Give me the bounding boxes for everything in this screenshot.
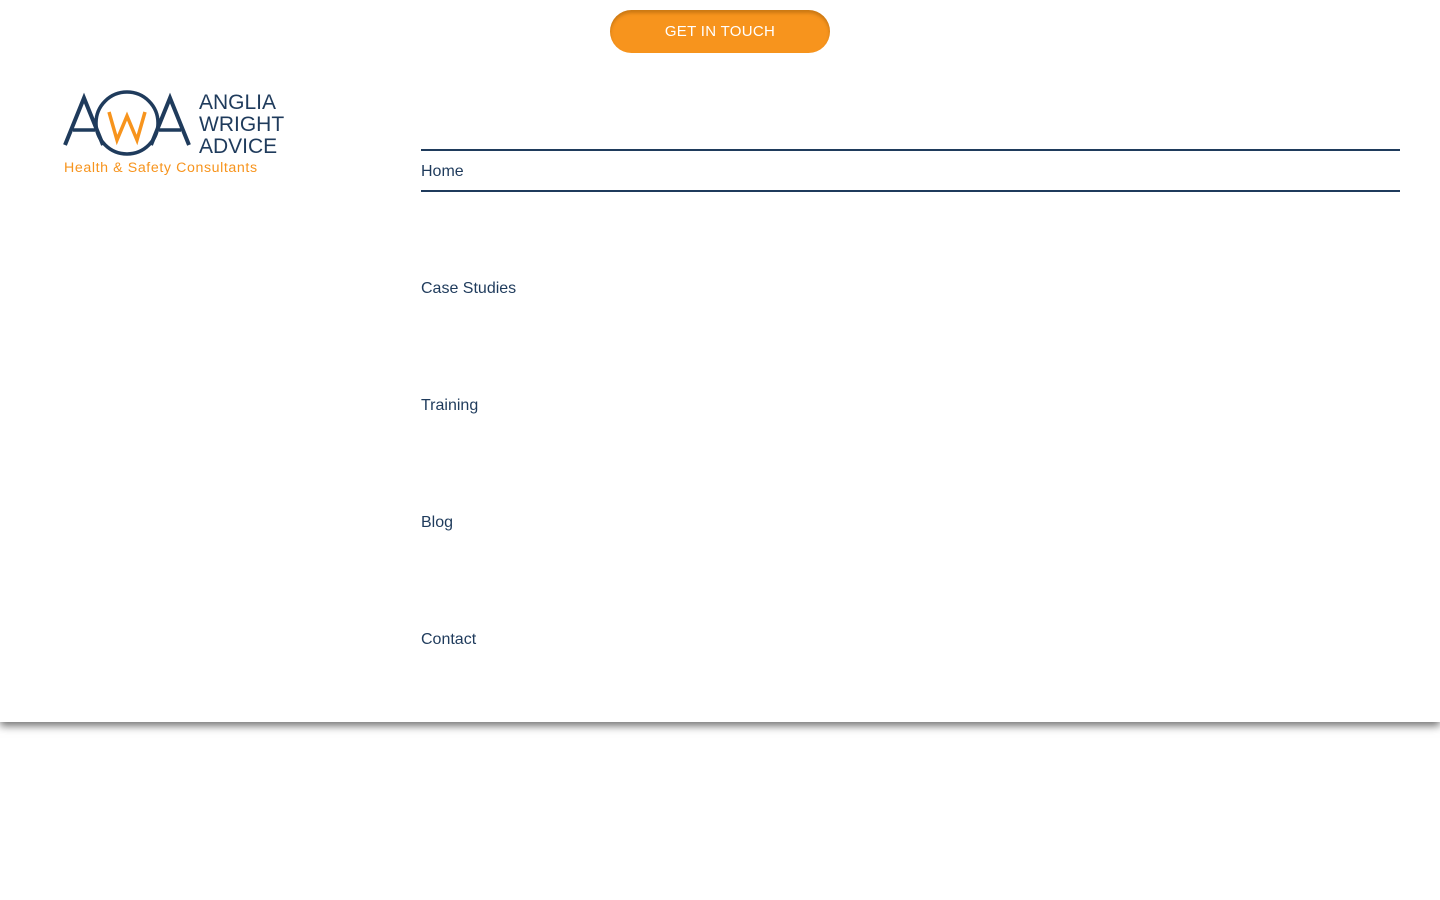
awa-logo-icon: ANGLIA WRIGHT ADVICE Health & Safety Con… — [63, 90, 284, 176]
logo-line3: ADVICE — [199, 135, 277, 158]
get-in-touch-button[interactable]: GET IN TOUCH — [610, 10, 830, 53]
nav-item-label: Case Studies — [421, 280, 517, 297]
nav-item-label: Blog — [421, 514, 454, 531]
logo-line2: WRIGHT — [199, 113, 284, 136]
logo-line1: ANGLIA — [199, 91, 276, 114]
main-navigation: Home Case Studies Training Blog Contact — [421, 149, 1400, 734]
nav-item-home[interactable]: Home — [421, 149, 1400, 192]
mobile-menu-panel: GET IN TOUCH ANGLIA WRIGHT ADVICE Health… — [0, 0, 1440, 722]
nav-item-label: Home — [421, 163, 464, 180]
nav-item-case-studies[interactable]: Case Studies — [421, 266, 1400, 383]
nav-item-training[interactable]: Training — [421, 383, 1400, 500]
nav-item-label: Training — [421, 397, 479, 414]
nav-item-blog[interactable]: Blog — [421, 500, 1400, 617]
logo[interactable]: ANGLIA WRIGHT ADVICE Health & Safety Con… — [62, 90, 298, 178]
logo-tagline: Health & Safety Consultants — [64, 160, 258, 176]
nav-item-label: Contact — [421, 631, 477, 648]
nav-item-contact[interactable]: Contact — [421, 617, 1400, 734]
